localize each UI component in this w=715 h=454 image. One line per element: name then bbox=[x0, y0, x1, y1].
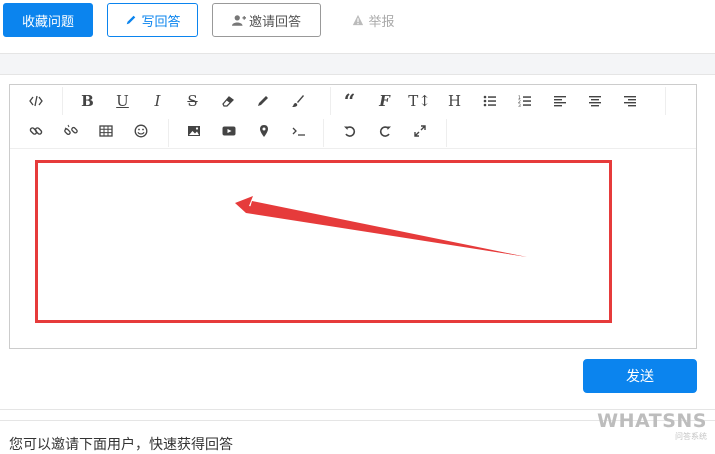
align-left-icon[interactable] bbox=[542, 85, 577, 117]
watermark: WHATSNS 问答系统 bbox=[597, 410, 707, 442]
pencil-icon bbox=[124, 13, 138, 27]
toolbar-group-insert bbox=[18, 115, 158, 147]
send-button[interactable]: 发送 bbox=[583, 359, 697, 393]
align-right-icon[interactable] bbox=[612, 85, 647, 117]
heading-icon[interactable]: H bbox=[437, 85, 472, 117]
font-icon[interactable]: F bbox=[367, 85, 402, 117]
report-button[interactable]: 举报 bbox=[338, 3, 408, 37]
toolbar-separator bbox=[323, 119, 324, 147]
unordered-list-icon[interactable] bbox=[472, 85, 507, 117]
editor-toolbar: B U I S “ F T↕ H 123 bbox=[10, 85, 696, 149]
toolbar-group-media bbox=[176, 115, 316, 147]
table-icon[interactable] bbox=[88, 115, 123, 147]
watermark-brand: WHATSNS bbox=[597, 410, 707, 432]
ordered-list-icon[interactable]: 123 bbox=[507, 85, 542, 117]
text-height-icon[interactable]: T↕ bbox=[402, 85, 437, 117]
svg-text:3: 3 bbox=[518, 103, 521, 108]
favorite-question-label: 收藏问题 bbox=[21, 14, 74, 30]
toolbar-group-paragraph: “ F T↕ H 123 bbox=[332, 85, 647, 117]
align-center-icon[interactable] bbox=[577, 85, 612, 117]
unlink-icon[interactable] bbox=[53, 115, 88, 147]
toolbar-separator bbox=[446, 119, 447, 147]
favorite-question-button[interactable]: 收藏问题 bbox=[3, 3, 93, 37]
add-user-icon bbox=[231, 13, 246, 27]
underline-icon[interactable]: U bbox=[105, 85, 140, 117]
write-answer-label: 写回答 bbox=[141, 14, 181, 30]
watermark-subtitle: 问答系统 bbox=[675, 432, 707, 441]
send-label: 发送 bbox=[626, 369, 654, 385]
report-label: 举报 bbox=[368, 14, 395, 30]
toolbar-separator bbox=[330, 87, 331, 115]
question-action-bar: 收藏问题 写回答 邀请回答 举报 bbox=[0, 0, 715, 54]
toolbar-group-history bbox=[332, 115, 437, 147]
map-marker-icon[interactable] bbox=[246, 115, 281, 147]
eraser-icon[interactable] bbox=[210, 85, 245, 117]
invite-hint-text: 您可以邀请下面用户，快速获得回答 bbox=[9, 437, 233, 453]
video-icon[interactable] bbox=[211, 115, 246, 147]
quote-icon[interactable]: “ bbox=[332, 85, 367, 117]
toolbar-group-code bbox=[18, 85, 53, 117]
write-answer-button[interactable]: 写回答 bbox=[107, 3, 198, 37]
highlight-box bbox=[35, 160, 612, 323]
code-icon[interactable] bbox=[18, 85, 53, 117]
image-icon[interactable] bbox=[176, 115, 211, 147]
toolbar-group-format: B U I S bbox=[70, 85, 315, 117]
toolbar-separator bbox=[665, 87, 666, 115]
bold-icon[interactable]: B bbox=[70, 85, 105, 117]
link-icon[interactable] bbox=[18, 115, 53, 147]
terminal-icon[interactable] bbox=[281, 115, 316, 147]
strikethrough-icon[interactable]: S bbox=[175, 85, 210, 117]
toolbar-separator bbox=[62, 87, 63, 115]
invite-answer-label: 邀请回答 bbox=[248, 14, 301, 30]
emoji-icon[interactable] bbox=[123, 115, 158, 147]
invite-answer-button[interactable]: 邀请回答 bbox=[212, 3, 321, 37]
pencil-icon[interactable] bbox=[245, 85, 280, 117]
fullscreen-icon[interactable] bbox=[402, 115, 437, 147]
italic-icon[interactable]: I bbox=[140, 85, 175, 117]
paintbrush-icon[interactable] bbox=[280, 85, 315, 117]
undo-icon[interactable] bbox=[332, 115, 367, 147]
warning-icon bbox=[351, 13, 365, 27]
redo-icon[interactable] bbox=[367, 115, 402, 147]
toolbar-separator bbox=[168, 119, 169, 147]
section-gap bbox=[0, 54, 715, 74]
